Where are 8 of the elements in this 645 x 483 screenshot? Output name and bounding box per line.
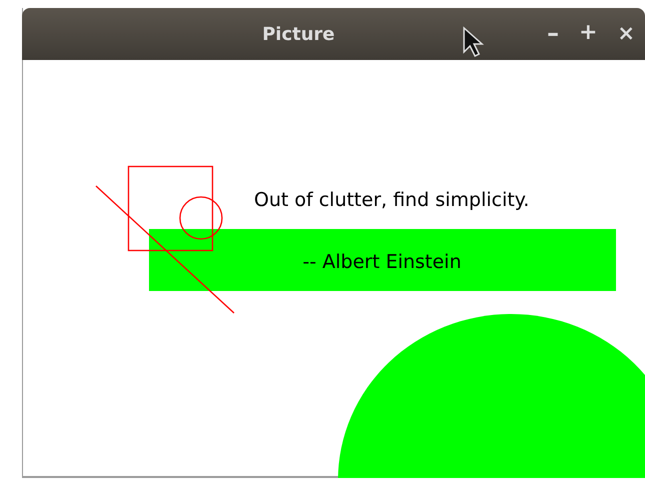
quote-text: Out of clutter, find simplicity. [254,189,530,211]
close-button[interactable]: × [613,20,639,46]
outlined-circle [179,196,223,240]
attribution-text: -- Albert Einstein [302,251,462,273]
maximize-button[interactable]: + [574,20,602,46]
mouse-pointer-icon [462,26,484,58]
minimize-button[interactable]: – [542,20,563,46]
window-title: Picture [262,24,335,44]
